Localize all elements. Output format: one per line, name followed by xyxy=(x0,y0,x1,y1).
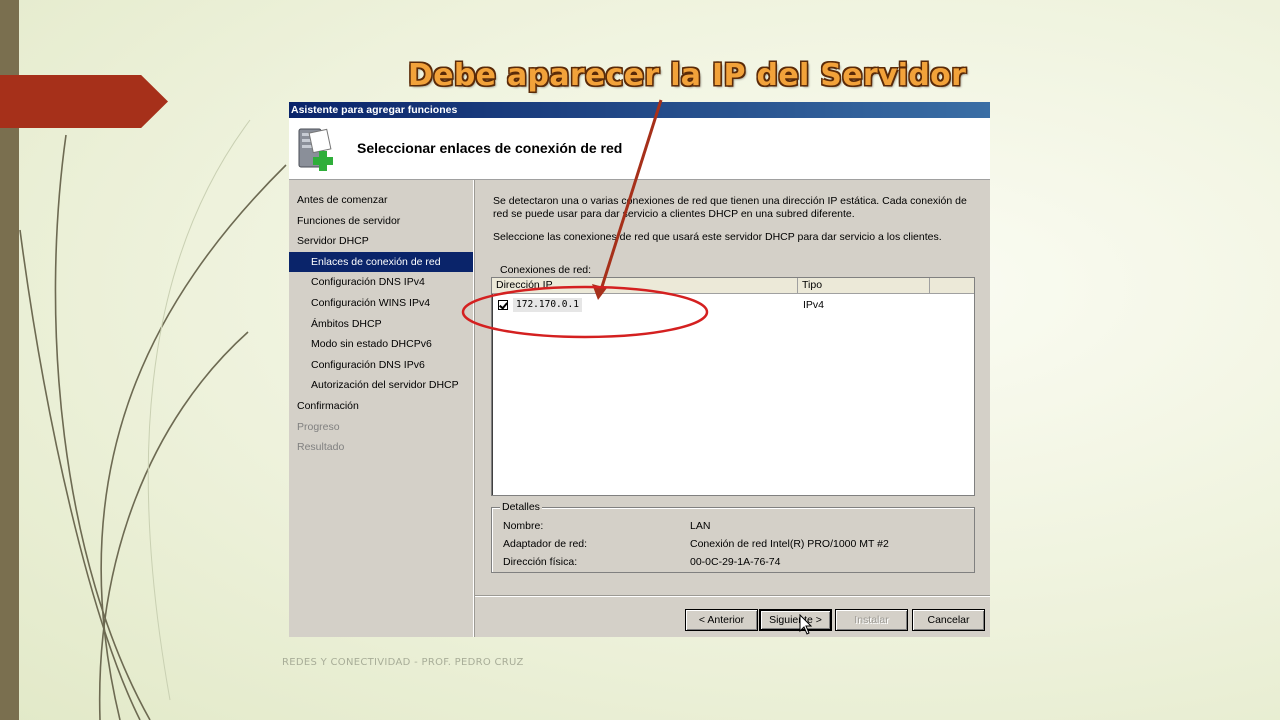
annotation-arrow-line xyxy=(598,99,663,294)
annotation-overlay xyxy=(461,99,709,339)
slide-footer: REDES Y CONECTIVIDAD - PROF. PEDRO CRUZ xyxy=(282,657,524,668)
annotation-ellipse xyxy=(461,285,709,339)
